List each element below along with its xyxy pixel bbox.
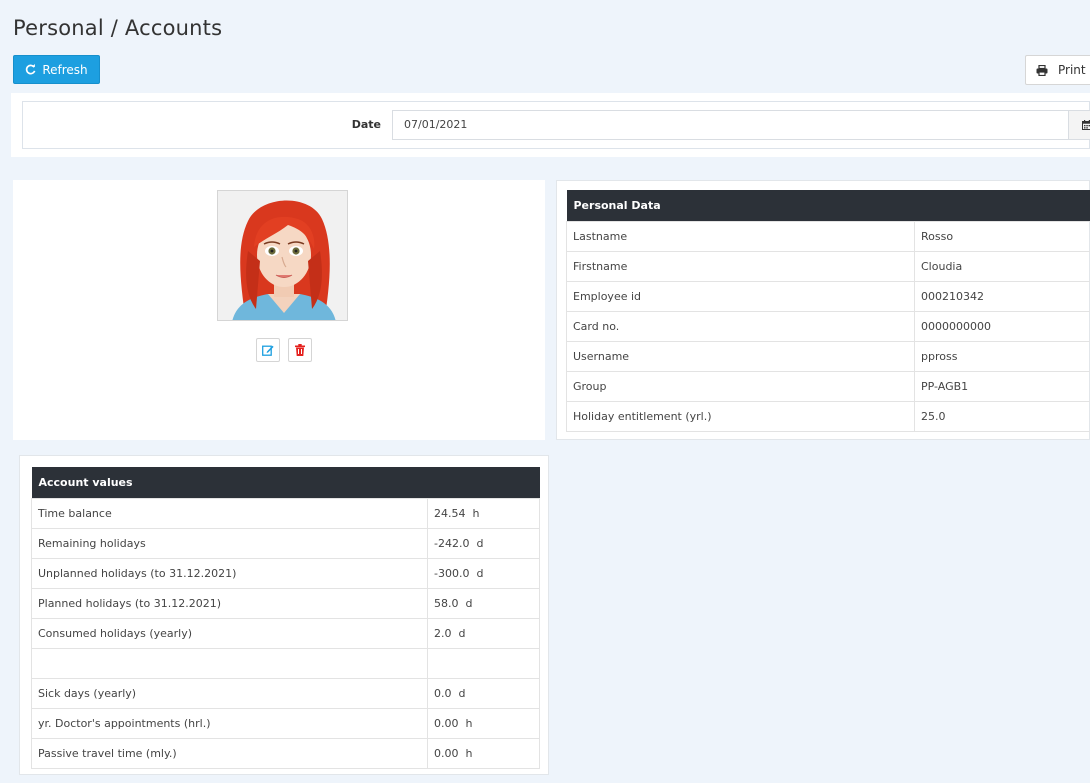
personal-data-panel: Personal Data Lastname Rosso Firstname C… bbox=[556, 180, 1090, 440]
table-row: Group PP-AGB1 bbox=[566, 370, 1090, 402]
table-row: Consumed holidays (yearly) 2.0 d bbox=[31, 617, 541, 649]
row-label: Group bbox=[566, 370, 915, 402]
refresh-label: Refresh bbox=[42, 62, 88, 77]
row-label bbox=[31, 647, 428, 679]
row-label: Card no. bbox=[566, 310, 915, 342]
date-filter-box: Date 07/01/2021 bbox=[22, 101, 1090, 149]
table-row: Holiday entitlement (yrl.) 25.0 bbox=[566, 400, 1090, 432]
calendar-icon bbox=[1081, 120, 1090, 130]
row-value: 25.0 bbox=[913, 400, 1090, 432]
table-row: Firstname Cloudia bbox=[566, 250, 1090, 282]
table-row: Lastname Rosso bbox=[566, 220, 1090, 252]
table-row: Remaining holidays -242.0 d bbox=[31, 527, 541, 559]
edit-icon bbox=[262, 345, 274, 356]
table-row: Passive travel time (mly.) 0.00 h bbox=[31, 737, 541, 769]
table-row: Username ppross bbox=[566, 340, 1090, 372]
calendar-button[interactable] bbox=[1068, 110, 1090, 140]
table-row: Unplanned holidays (to 31.12.2021) -300.… bbox=[31, 557, 541, 589]
table-row: Sick days (yearly) 0.0 d bbox=[31, 677, 541, 709]
page-title: Personal / Accounts bbox=[13, 16, 223, 40]
row-label: Sick days (yearly) bbox=[31, 677, 428, 709]
table-row: Time balance 24.54 h bbox=[31, 497, 541, 529]
row-label: Remaining holidays bbox=[31, 527, 428, 559]
row-label: Unplanned holidays (to 31.12.2021) bbox=[31, 557, 428, 589]
delete-photo-button[interactable] bbox=[288, 338, 312, 362]
account-values-heading: Account values bbox=[31, 467, 540, 498]
edit-photo-button[interactable] bbox=[256, 338, 280, 362]
personal-data-heading: Personal Data bbox=[566, 190, 1090, 221]
row-value: 0000000000 bbox=[913, 310, 1090, 342]
account-values-table: Account values Time balance 24.54 h Rema… bbox=[31, 467, 541, 769]
row-value: PP-AGB1 bbox=[913, 370, 1090, 402]
print-button[interactable]: Print bbox=[1025, 55, 1090, 85]
row-label: Firstname bbox=[566, 250, 915, 282]
photo-panel bbox=[13, 180, 545, 440]
avatar bbox=[217, 190, 348, 321]
row-label: Lastname bbox=[566, 220, 915, 252]
row-value: -300.0 d bbox=[426, 557, 541, 589]
table-row: Planned holidays (to 31.12.2021) 58.0 d bbox=[31, 587, 541, 619]
printer-icon bbox=[1036, 64, 1048, 76]
row-value: 0.00 h bbox=[426, 737, 541, 769]
row-value: 2.0 d bbox=[426, 617, 541, 649]
row-value: 000210342 bbox=[913, 280, 1090, 312]
row-label: Planned holidays (to 31.12.2021) bbox=[31, 587, 428, 619]
row-value: ppross bbox=[913, 340, 1090, 372]
trash-icon bbox=[295, 344, 305, 356]
date-label: Date bbox=[351, 118, 381, 131]
refresh-icon bbox=[26, 64, 36, 75]
refresh-button[interactable]: Refresh bbox=[13, 55, 100, 84]
row-label: Username bbox=[566, 340, 915, 372]
row-value bbox=[426, 647, 541, 679]
print-label: Print bbox=[1058, 63, 1086, 77]
row-label: Time balance bbox=[31, 497, 428, 529]
row-value: Rosso bbox=[913, 220, 1090, 252]
row-value: 24.54 h bbox=[426, 497, 541, 529]
row-label: Holiday entitlement (yrl.) bbox=[566, 400, 915, 432]
row-value: 0.00 h bbox=[426, 707, 541, 739]
account-values-panel: Account values Time balance 24.54 h Rema… bbox=[19, 455, 549, 775]
table-row bbox=[31, 647, 541, 679]
row-value: 58.0 d bbox=[426, 587, 541, 619]
row-label: yr. Doctor's appointments (hrl.) bbox=[31, 707, 428, 739]
personal-data-table: Personal Data Lastname Rosso Firstname C… bbox=[566, 190, 1090, 432]
date-filter-panel: Date 07/01/2021 bbox=[11, 93, 1090, 157]
row-value: -242.0 d bbox=[426, 527, 541, 559]
row-label: Passive travel time (mly.) bbox=[31, 737, 428, 769]
table-row: Employee id 000210342 bbox=[566, 280, 1090, 312]
row-label: Employee id bbox=[566, 280, 915, 312]
table-row: Card no. 0000000000 bbox=[566, 310, 1090, 342]
table-row: yr. Doctor's appointments (hrl.) 0.00 h bbox=[31, 707, 541, 739]
row-value: 0.0 d bbox=[426, 677, 541, 709]
date-input[interactable]: 07/01/2021 bbox=[392, 110, 1069, 140]
avatar-image bbox=[218, 191, 347, 320]
row-label: Consumed holidays (yearly) bbox=[31, 617, 428, 649]
row-value: Cloudia bbox=[913, 250, 1090, 282]
